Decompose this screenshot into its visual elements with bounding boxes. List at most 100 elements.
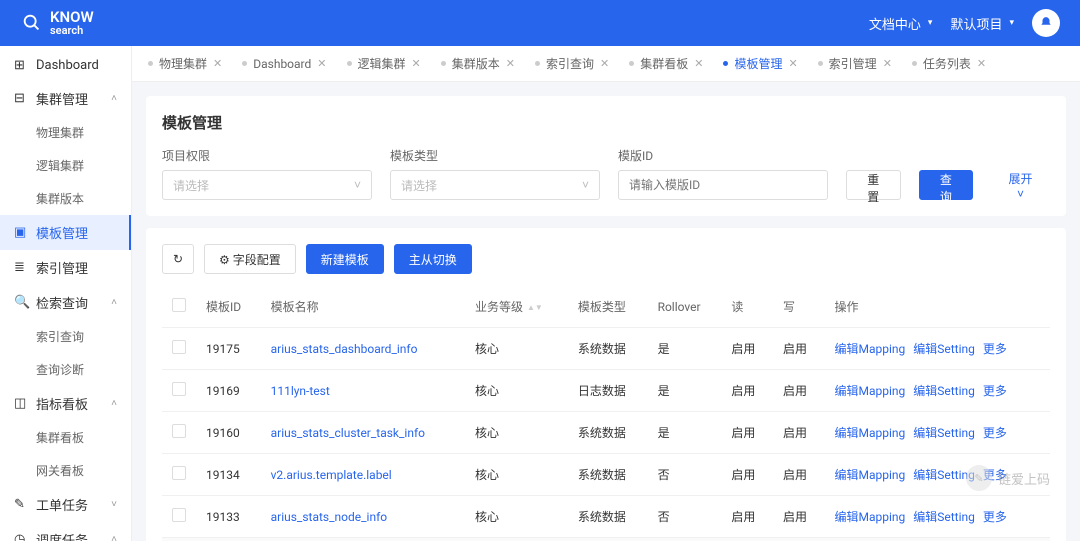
tab-dot [723,61,728,66]
edit-mapping-link[interactable]: 编辑Mapping [835,466,906,483]
close-icon[interactable]: ✕ [600,57,609,70]
col-ops: 操作 [825,286,1051,328]
edit-mapping-link[interactable]: 编辑Mapping [835,424,906,441]
sidebar-subitem[interactable]: 查询诊断 [0,353,131,386]
tab[interactable]: 物理集群✕ [140,51,230,76]
close-icon[interactable]: ✕ [883,57,892,70]
tab[interactable]: 模板管理✕ [715,51,805,76]
template-name-link[interactable]: v2.arius.template.label [271,468,392,482]
sidebar-subitem[interactable]: 逻辑集群 [0,149,131,182]
sidebar-item[interactable]: ◷调度任务˄ [0,522,131,541]
edit-setting-link[interactable]: 编辑Setting [913,424,975,441]
tab-dot [441,61,446,66]
doc-center-link[interactable]: 文档中心 [869,14,933,33]
row-checkbox[interactable] [172,466,186,480]
sidebar-item[interactable]: ≣索引管理 [0,250,131,285]
tab[interactable]: 集群版本✕ [433,51,523,76]
close-icon[interactable]: ✕ [412,57,421,70]
sidebar-item[interactable]: ⊞Dashboard [0,50,131,81]
edit-setting-link[interactable]: 编辑Setting [913,382,975,399]
gear-icon: ⚙ [219,253,230,267]
menu-icon: ⊞ [14,58,28,73]
edit-setting-link[interactable]: 编辑Setting [913,340,975,357]
sidebar-subitem[interactable]: 物理集群 [0,116,131,149]
fields-config-button[interactable]: ⚙ 字段配置 [204,244,296,274]
table-row: 19134 v2.arius.template.label 核心 系统数据 否 … [162,454,1050,496]
sidebar-subitem[interactable]: 集群版本 [0,182,131,215]
template-name-link[interactable]: arius_stats_cluster_task_info [271,426,425,440]
switch-master-button[interactable]: 主从切换 [394,244,472,274]
expand-button[interactable]: 展开 ˅ [991,170,1050,200]
cell-write: 启用 [773,370,825,412]
cell-write: 启用 [773,454,825,496]
close-icon[interactable]: ✕ [213,57,222,70]
sidebar-subitem[interactable]: 网关看板 [0,454,131,487]
sidebar-subitem[interactable]: 集群看板 [0,421,131,454]
more-link[interactable]: 更多 [983,424,1007,441]
col-type: 模板类型 [568,286,648,328]
select-all-checkbox[interactable] [172,298,186,312]
cell-level: 核心 [465,538,568,541]
menu-icon: ▣ [14,225,28,240]
more-link[interactable]: 更多 [983,382,1007,399]
cell-rollover: 否 [648,496,722,538]
query-button[interactable]: 查 询 [919,170,974,200]
table-row: 19132 arius_stats_index_infoarius_stats_… [162,538,1050,541]
brand-line1: KNOW [50,10,94,25]
row-checkbox[interactable] [172,424,186,438]
close-icon[interactable]: ✕ [317,57,326,70]
close-icon[interactable]: ✕ [694,57,703,70]
cell-level: 核心 [465,370,568,412]
close-icon[interactable]: ✕ [977,57,986,70]
tab[interactable]: 索引查询✕ [527,51,617,76]
tab-bar: 物理集群✕Dashboard✕逻辑集群✕集群版本✕索引查询✕集群看板✕模板管理✕… [132,46,1080,82]
default-project-link[interactable]: 默认项目 [950,14,1014,33]
row-checkbox[interactable] [172,382,186,396]
filter-project-select[interactable]: 请选择˅ [162,170,372,200]
tab[interactable]: 任务列表✕ [904,51,994,76]
more-link[interactable]: 更多 [983,508,1007,525]
more-link[interactable]: 更多 [983,340,1007,357]
tab[interactable]: 索引管理✕ [810,51,900,76]
new-template-button[interactable]: 新建模板 [306,244,384,274]
row-checkbox[interactable] [172,340,186,354]
refresh-button[interactable]: ↻ [162,244,194,274]
tab[interactable]: Dashboard✕ [234,53,334,75]
tab[interactable]: 集群看板✕ [621,51,711,76]
menu-icon: ◫ [14,396,28,411]
table-row: 19133 arius_stats_node_info 核心 系统数据 否 启用… [162,496,1050,538]
col-read: 读 [721,286,773,328]
edit-mapping-link[interactable]: 编辑Mapping [835,382,906,399]
template-name-link[interactable]: arius_stats_node_info [271,510,388,524]
edit-mapping-link[interactable]: 编辑Mapping [835,340,906,357]
cell-rollover: 是 [648,412,722,454]
cell-id: 19134 [196,454,261,496]
refresh-icon: ↻ [173,252,183,266]
filter-card: 模板管理 项目权限 请选择˅ 模板类型 请选择˅ 模版ID 重 置 [146,96,1066,216]
filter-id-input[interactable] [618,170,828,200]
sidebar-item[interactable]: ◫指标看板˄ [0,386,131,421]
cell-type: 系统数据 [568,454,648,496]
col-level[interactable]: 业务等级▲▼ [465,286,568,328]
template-name-link[interactable]: arius_stats_dashboard_info [271,342,418,356]
row-checkbox[interactable] [172,508,186,522]
sidebar-item[interactable]: ▣模板管理 [0,215,131,250]
template-name-link[interactable]: 111lyn-test [271,384,330,398]
close-icon[interactable]: ✕ [506,57,515,70]
tab[interactable]: 逻辑集群✕ [339,51,429,76]
filter-type-select[interactable]: 请选择˅ [390,170,600,200]
cell-rollover: 否 [648,538,722,541]
tab-dot [535,61,540,66]
cell-id: 19175 [196,328,261,370]
sidebar-item[interactable]: ✎工单任务˅ [0,487,131,522]
chevron-icon: ˄ [111,398,117,409]
filter-id-label: 模版ID [618,147,828,164]
close-icon[interactable]: ✕ [788,57,797,70]
edit-mapping-link[interactable]: 编辑Mapping [835,508,906,525]
reset-button[interactable]: 重 置 [846,170,901,200]
sidebar-subitem[interactable]: 索引查询 [0,320,131,353]
notification-icon[interactable] [1032,9,1060,37]
edit-setting-link[interactable]: 编辑Setting [913,508,975,525]
sidebar-item[interactable]: 🔍检索查询˄ [0,285,131,320]
sidebar-item[interactable]: ⊟集群管理˄ [0,81,131,116]
